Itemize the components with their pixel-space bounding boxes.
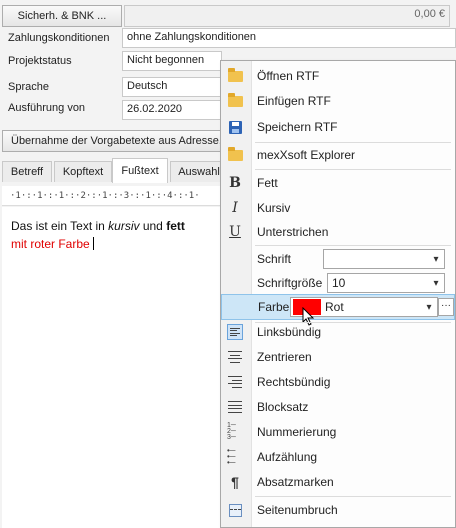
folder-icon <box>227 146 243 163</box>
adopt-texts-button[interactable]: Übernahme der Vorgabetexte aus Adresse, <box>2 130 222 152</box>
menu-label: Zentrieren <box>257 350 312 364</box>
align-center-icon <box>227 349 243 365</box>
menu-item-underline[interactable]: U Unterstrichen <box>221 220 455 244</box>
menu-item-color[interactable]: Farbe Rot ▾ ··· <box>221 294 455 326</box>
save-bnk-button[interactable]: Sicherh. & BNK ... <box>2 5 122 27</box>
menu-item-explorer[interactable]: mexXsoft Explorer <box>221 143 455 167</box>
menu-item-paragraph-marks[interactable]: ¶ Absatzmarken <box>221 470 455 494</box>
align-left-icon <box>227 324 243 340</box>
editor-line-2: mit roter Farbe <box>11 237 94 251</box>
align-justify-icon <box>227 399 243 415</box>
menu-label: Aufzählung <box>257 450 318 464</box>
execution-date-field[interactable]: 26.02.2020 <box>122 100 222 120</box>
text-tabs: Betreff Kopftext Fußtext Auswahl <box>0 158 230 183</box>
menu-item-save-rtf[interactable]: Speichern RTF <box>221 115 455 139</box>
menu-item-align-left[interactable]: Linksbündig <box>221 320 455 344</box>
menu-label: Fett <box>257 176 278 190</box>
bold-icon: B <box>229 175 241 191</box>
font-label: Schrift <box>257 252 292 266</box>
italic-icon: I <box>232 200 238 216</box>
payment-terms-label: Zahlungskonditionen <box>8 32 110 44</box>
execution-label: Ausführung von <box>8 102 86 114</box>
tab-betreff[interactable]: Betreff <box>2 161 52 182</box>
chevron-down-icon[interactable]: ▾ <box>421 298 437 316</box>
context-menu: Öffnen RTF Einfügen RTF Speichern RTF me… <box>220 60 456 528</box>
amount-field: 0,00 € <box>124 5 450 27</box>
color-value: Rot <box>325 300 344 314</box>
bullet-list-icon: •─ •─ •─ <box>227 446 236 467</box>
menu-item-align-right[interactable]: Rechtsbündig <box>221 370 455 394</box>
menu-item-open-rtf[interactable]: Öffnen RTF <box>221 64 455 88</box>
rich-text-editor[interactable]: Das ist ein Text in kursiv und fett mit … <box>2 207 230 528</box>
red-text: mit roter Farbe <box>11 237 90 251</box>
menu-item-center[interactable]: Zentrieren <box>221 345 455 369</box>
language-label: Sprache <box>8 81 49 93</box>
menu-label: mexXsoft Explorer <box>257 148 356 162</box>
menu-label: Linksbündig <box>257 325 322 339</box>
menu-item-page-break[interactable]: Seitenumbruch <box>221 498 455 522</box>
save-icon <box>227 119 243 135</box>
menu-label: Blocksatz <box>257 400 309 414</box>
menu-separator <box>255 245 451 246</box>
chevron-down-icon[interactable]: ▾ <box>428 250 444 268</box>
menu-label: Rechtsbündig <box>257 375 331 389</box>
folder-open-icon <box>227 67 243 84</box>
plain-text: und <box>139 219 167 233</box>
menu-item-insert-rtf[interactable]: Einfügen RTF <box>221 89 455 113</box>
menu-separator <box>255 169 451 170</box>
more-options-icon[interactable]: ··· <box>438 298 454 316</box>
menu-item-justify[interactable]: Blocksatz <box>221 395 455 419</box>
page-break-icon <box>227 502 243 518</box>
menu-item-numbering[interactable]: 1─ 2─ 3─ Nummerierung <box>221 420 455 444</box>
plain-text: Das ist ein Text in <box>11 219 109 233</box>
menu-item-italic[interactable]: I Kursiv <box>221 196 455 220</box>
font-size-label: Schriftgröße <box>257 276 323 290</box>
menu-label: Einfügen RTF <box>257 94 331 108</box>
menu-item-bullets[interactable]: •─ •─ •─ Aufzählung <box>221 445 455 469</box>
tab-fusstext[interactable]: Fußtext <box>112 158 168 183</box>
project-status-label: Projektstatus <box>8 55 72 67</box>
menu-item-font-size: Schriftgröße 10 ▾ <box>221 271 455 295</box>
italic-text: kursiv <box>108 219 140 233</box>
text-caret <box>92 237 94 250</box>
payment-terms-field[interactable]: ohne Zahlungskonditionen <box>122 28 456 48</box>
color-label: Farbe <box>258 300 290 314</box>
underline-icon: U <box>229 224 241 240</box>
numbered-list-icon: 1─ 2─ 3─ <box>227 422 236 441</box>
menu-label: Öffnen RTF <box>257 69 320 83</box>
menu-label: Seitenumbruch <box>257 503 338 517</box>
tab-kopftext[interactable]: Kopftext <box>54 161 112 182</box>
menu-label: Kursiv <box>257 201 291 215</box>
align-right-icon <box>227 374 243 390</box>
menu-item-font: Schrift ▾ <box>221 247 455 271</box>
language-field[interactable]: Deutsch <box>122 77 222 97</box>
menu-label: Absatzmarken <box>257 475 334 489</box>
menu-label: Speichern RTF <box>257 120 338 134</box>
pilcrow-icon: ¶ <box>231 474 239 490</box>
font-size-select[interactable]: 10 ▾ <box>327 273 445 293</box>
font-size-value: 10 <box>332 276 346 290</box>
ruler[interactable]: ·1·:·1·:·1·:·2·:·1·:·3·:·1·:·4·:·1· <box>2 186 230 206</box>
menu-label: Unterstrichen <box>257 225 329 239</box>
folder-icon <box>227 92 243 109</box>
project-status-field[interactable]: Nicht begonnen <box>122 51 222 71</box>
font-select[interactable]: ▾ <box>323 249 445 269</box>
bold-text: fett <box>166 219 185 233</box>
menu-item-bold[interactable]: B Fett <box>221 171 455 195</box>
menu-separator <box>255 496 451 497</box>
chevron-down-icon[interactable]: ▾ <box>428 274 444 292</box>
menu-label: Nummerierung <box>257 425 337 439</box>
editor-line-1: Das ist ein Text in kursiv und fett <box>11 219 185 233</box>
